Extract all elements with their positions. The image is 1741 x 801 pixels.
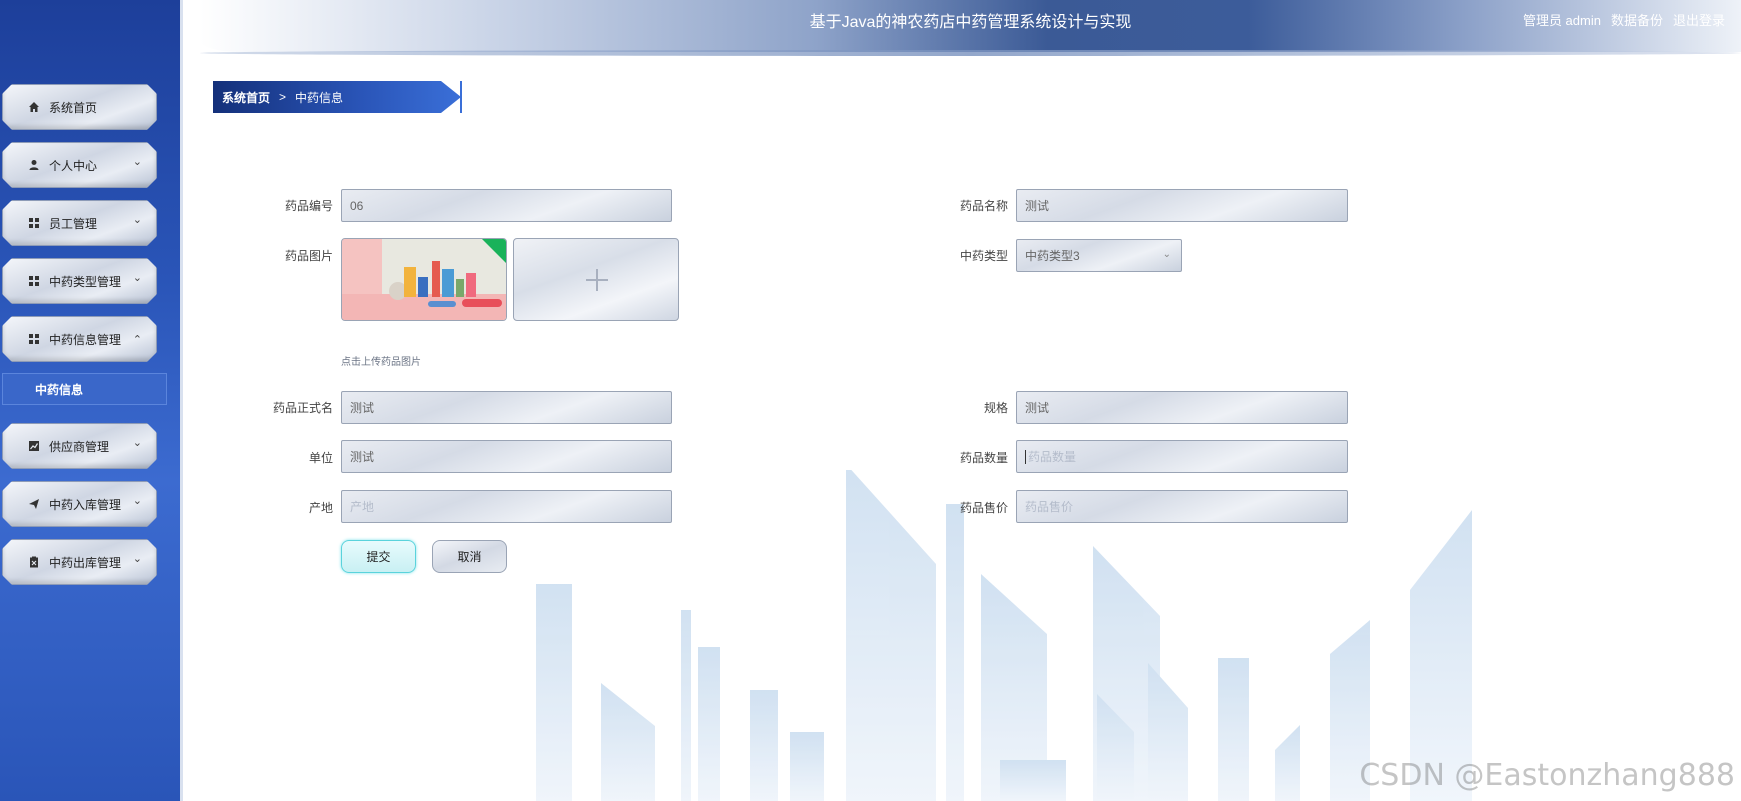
sidebar-item-label: 个人中心	[49, 158, 98, 173]
sidebar: 系统首页 个人中心 ⌄ 员工管理 ⌄ 中药类型管理 ⌄ 中药信息管理 ⌃ 中药信…	[0, 0, 183, 801]
header-actions: 管理员 admin 数据备份 退出登录	[1523, 10, 1725, 29]
backup-link[interactable]: 数据备份	[1611, 10, 1663, 29]
sidebar-item-profile[interactable]: 个人中心 ⌄	[2, 142, 157, 188]
chevron-up-icon: ⌃	[132, 334, 142, 346]
chevron-down-icon: ⌄	[132, 156, 142, 168]
price-input[interactable]: 药品售价	[1016, 490, 1348, 523]
sidebar-item-home[interactable]: 系统首页	[2, 84, 157, 130]
submit-button[interactable]: 提交	[341, 540, 416, 573]
drug-image-thumbnail[interactable]	[341, 238, 507, 321]
logout-link[interactable]: 退出登录	[1673, 10, 1725, 29]
spec-input[interactable]: 测试	[1016, 391, 1348, 424]
watermark: CSDN @Eastonzhang888	[1359, 758, 1735, 793]
success-corner-badge	[482, 239, 506, 263]
send-icon	[27, 497, 41, 511]
chart-icon	[27, 439, 41, 453]
drug-name-label: 药品名称	[959, 199, 1008, 213]
upload-image-button[interactable]	[513, 238, 679, 321]
sidebar-item-stock-out[interactable]: 中药出库管理 ⌄	[2, 539, 157, 585]
grid-icon	[27, 216, 41, 230]
sidebar-item-stock-in[interactable]: 中药入库管理 ⌄	[2, 481, 157, 527]
sidebar-item-label: 系统首页	[49, 100, 98, 115]
origin-label: 产地	[308, 501, 333, 515]
tcm-type-select[interactable]: 中药类型3 ⌄	[1016, 239, 1182, 272]
user-label: 管理员 admin	[1522, 13, 1601, 28]
sidebar-item-label: 供应商管理	[49, 439, 110, 454]
tcm-type-label: 中药类型	[959, 249, 1008, 263]
quantity-label: 药品数量	[959, 451, 1008, 465]
unit-input[interactable]: 测试	[341, 440, 672, 473]
quantity-placeholder: 药品数量	[1028, 450, 1077, 464]
price-label: 药品售价	[959, 501, 1008, 515]
sidebar-item-label: 中药类型管理	[49, 274, 122, 289]
grid-icon	[27, 332, 41, 346]
cancel-button[interactable]: 取消	[432, 540, 507, 573]
tcm-type-value: 中药类型3	[1025, 249, 1080, 263]
breadcrumb-separator: >	[279, 90, 287, 104]
chevron-down-icon: ⌄	[132, 272, 142, 284]
sidebar-item-tcm-info[interactable]: 中药信息管理 ⌃	[2, 316, 157, 362]
chevron-down-icon: ⌄	[132, 553, 142, 565]
sidebar-item-label: 中药出库管理	[49, 555, 122, 570]
chevron-down-icon: ⌄	[1162, 249, 1171, 260]
page-title: 基于Java的神农药店中药管理系统设计与实现	[809, 14, 1132, 31]
quantity-input[interactable]: 药品数量	[1016, 440, 1348, 473]
chevron-down-icon: ⌄	[132, 495, 142, 507]
sidebar-subitem-tcm-info[interactable]: 中药信息	[2, 373, 167, 405]
breadcrumb-home[interactable]: 系统首页	[222, 89, 270, 106]
sidebar-item-label: 中药信息管理	[49, 332, 122, 347]
top-header: 基于Java的神农药店中药管理系统设计与实现 管理员 admin 数据备份 退出…	[200, 0, 1741, 56]
text-caret	[1025, 449, 1026, 464]
origin-input[interactable]: 产地	[341, 490, 672, 523]
chevron-down-icon: ⌄	[132, 437, 142, 449]
formal-name-input[interactable]: 测试	[341, 391, 672, 424]
breadcrumb: 系统首页 > 中药信息	[213, 81, 461, 113]
clipboard-icon	[27, 555, 41, 569]
breadcrumb-current: 中药信息	[295, 90, 344, 105]
sidebar-item-staff[interactable]: 员工管理 ⌄	[2, 200, 157, 246]
upload-hint: 点击上传药品图片	[341, 357, 421, 368]
sidebar-item-label: 员工管理	[49, 216, 98, 231]
sidebar-item-supplier[interactable]: 供应商管理 ⌄	[2, 423, 157, 469]
user-icon	[27, 158, 41, 172]
grid-icon	[27, 274, 41, 288]
chevron-down-icon: ⌄	[132, 214, 142, 226]
spec-label: 规格	[983, 401, 1008, 415]
drug-name-input[interactable]: 测试	[1016, 189, 1348, 222]
breadcrumb-divider	[460, 81, 462, 113]
sidebar-item-label: 中药入库管理	[49, 497, 122, 512]
sidebar-item-tcm-type[interactable]: 中药类型管理 ⌄	[2, 258, 157, 304]
drug-no-input[interactable]: 06	[341, 189, 672, 222]
formal-name-label: 药品正式名	[272, 401, 333, 415]
unit-label: 单位	[308, 451, 333, 465]
drug-image-label: 药品图片	[284, 249, 333, 263]
home-icon	[27, 100, 41, 114]
drug-no-label: 药品编号	[284, 199, 333, 213]
